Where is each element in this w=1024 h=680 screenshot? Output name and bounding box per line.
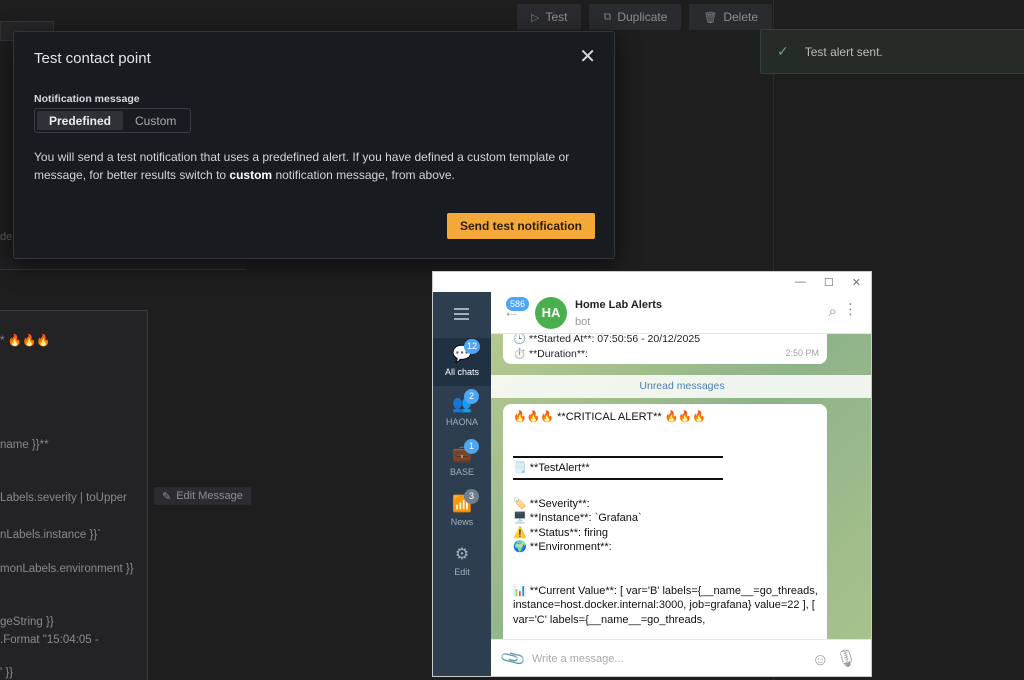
message-line: ⚠️ **Status**: firing xyxy=(513,526,609,539)
window-titlebar: — ☐ ✕ xyxy=(433,272,871,292)
edit-message-button[interactable]: ✎ Edit Message xyxy=(154,487,251,505)
message-line: 🏷️ **Severity**: xyxy=(513,497,590,510)
editor-line: ' }} xyxy=(0,667,14,679)
previous-message: 🕒 **Started At**: 07:50:56 - 20/12/2025 … xyxy=(503,334,827,364)
trash-icon: 🗑 xyxy=(703,11,718,24)
window-close-icon[interactable]: ✕ xyxy=(852,276,861,289)
folders-sidebar: 💬 12 All chats 👥 2 HAONA 💼 1 BASE 📶 3 News ⚙… xyxy=(433,292,491,676)
background-field xyxy=(0,258,246,270)
send-test-notification-button[interactable]: Send test notification xyxy=(446,213,595,239)
notification-message-label: Notification message xyxy=(34,93,140,105)
message-line: 📊 **Current Value**: [ var='B' labels={_… xyxy=(513,584,818,597)
chart-icon: 📶 3 xyxy=(451,489,479,514)
copy-icon: ⧉ xyxy=(603,10,612,23)
unread-count-badge: 586 xyxy=(506,297,530,311)
search-icon[interactable]: ⌕ xyxy=(829,303,837,320)
folder-base[interactable]: 💼 1 BASE xyxy=(433,439,491,477)
briefcase-icon: 💼 1 xyxy=(451,439,479,464)
message-composer: 📎 Write a message... ☺ 🎙 xyxy=(491,639,871,676)
avatar[interactable]: HA xyxy=(535,297,567,329)
message-input[interactable]: Write a message... xyxy=(532,653,624,665)
message-line: 🖥️ **Instance**: `Grafana` xyxy=(513,512,642,524)
chats-icon: 💬 12 xyxy=(451,339,481,364)
telegram-window: — ☐ ✕ 💬 12 All chats 👥 2 HAONA 💼 1 BASE 📶 3 … xyxy=(432,271,872,677)
option-predefined[interactable]: Predefined xyxy=(37,111,124,130)
toast-message: Test alert sent. xyxy=(804,44,883,59)
separator-line xyxy=(513,478,723,480)
test-contact-point-modal: Test contact point ✕ Notification messag… xyxy=(13,31,615,259)
minimize-icon[interactable]: — xyxy=(795,276,806,288)
sliders-icon: ⚙ xyxy=(454,546,470,563)
message-line: var='C' labels={__name__=go_threads, xyxy=(513,613,706,626)
background-label: de xyxy=(0,231,13,243)
alert-message: 🔥🔥🔥 **CRITICAL ALERT** 🔥🔥🔥 🗒️ **TestAler… xyxy=(503,404,827,639)
close-icon[interactable]: ✕ xyxy=(579,47,596,67)
play-icon: ▷ xyxy=(531,11,540,24)
edit-icon: ✎ xyxy=(162,490,172,503)
chat-status: bot xyxy=(575,316,591,328)
success-toast: ✓ Test alert sent. xyxy=(760,29,1024,74)
folder-haona[interactable]: 👥 2 HAONA xyxy=(433,389,491,427)
check-icon: ✓ xyxy=(777,43,789,59)
contact-point-toolbar: ▷ Test ⧉ Duplicate 🗑 Delete xyxy=(517,4,773,30)
chat-messages[interactable]: 🕒 **Started At**: 07:50:56 - 20/12/2025 … xyxy=(491,334,871,639)
maximize-icon[interactable]: ☐ xyxy=(824,276,834,289)
editor-line: name }}** xyxy=(0,439,49,451)
separator-line xyxy=(513,455,723,458)
microphone-icon[interactable]: 🎙 xyxy=(835,649,857,669)
folder-all-chats[interactable]: 💬 12 All chats xyxy=(433,338,491,386)
notification-message-toggle: Predefined Custom xyxy=(34,108,192,133)
message-line: 🗒️ **TestAlert** xyxy=(513,461,590,474)
duplicate-button[interactable]: ⧉ Duplicate xyxy=(589,4,682,30)
emoji-icon[interactable]: ☺ xyxy=(812,650,829,670)
test-button[interactable]: ▷ Test xyxy=(517,4,582,30)
message-template-editor[interactable]: * 🔥🔥🔥 name }}** Labels.severity | toUppe… xyxy=(0,310,148,680)
folder-edit[interactable]: ⚙ Edit xyxy=(433,546,491,577)
folder-news[interactable]: 📶 3 News xyxy=(433,489,491,527)
editor-line: monLabels.environment }} xyxy=(0,563,134,575)
modal-description: You will send a test notification that u… xyxy=(34,150,570,182)
folder-icon: 👥 2 xyxy=(451,389,479,414)
editor-line: .Format "15:04:05 - xyxy=(0,634,99,646)
editor-line: geString }} xyxy=(0,616,54,628)
message-line: instance=host.docker.internal:3000, job=… xyxy=(513,599,815,611)
editor-line: Labels.severity | toUpper xyxy=(0,492,127,504)
hamburger-menu-icon[interactable] xyxy=(454,308,469,323)
editor-line: * 🔥🔥🔥 xyxy=(0,335,51,347)
more-vertical-icon[interactable]: ⋮ xyxy=(843,302,858,317)
option-custom[interactable]: Custom xyxy=(123,111,188,130)
attach-icon[interactable]: 📎 xyxy=(499,645,528,674)
message-line: 🌍 **Environment**: xyxy=(513,541,612,553)
editor-line: nLabels.instance }}` xyxy=(0,529,102,541)
chat-header: ← 586 HA Home Lab Alerts bot ⌕ ⋮ xyxy=(491,292,871,334)
unread-messages-divider: Unread messages xyxy=(491,375,871,398)
delete-button[interactable]: 🗑 Delete xyxy=(689,4,773,30)
message-time: 2:50 PM xyxy=(785,348,819,358)
chat-name[interactable]: Home Lab Alerts xyxy=(575,299,662,311)
modal-title: Test contact point xyxy=(34,50,151,67)
message-line: 🔥🔥🔥 **CRITICAL ALERT** 🔥🔥🔥 xyxy=(513,411,706,423)
